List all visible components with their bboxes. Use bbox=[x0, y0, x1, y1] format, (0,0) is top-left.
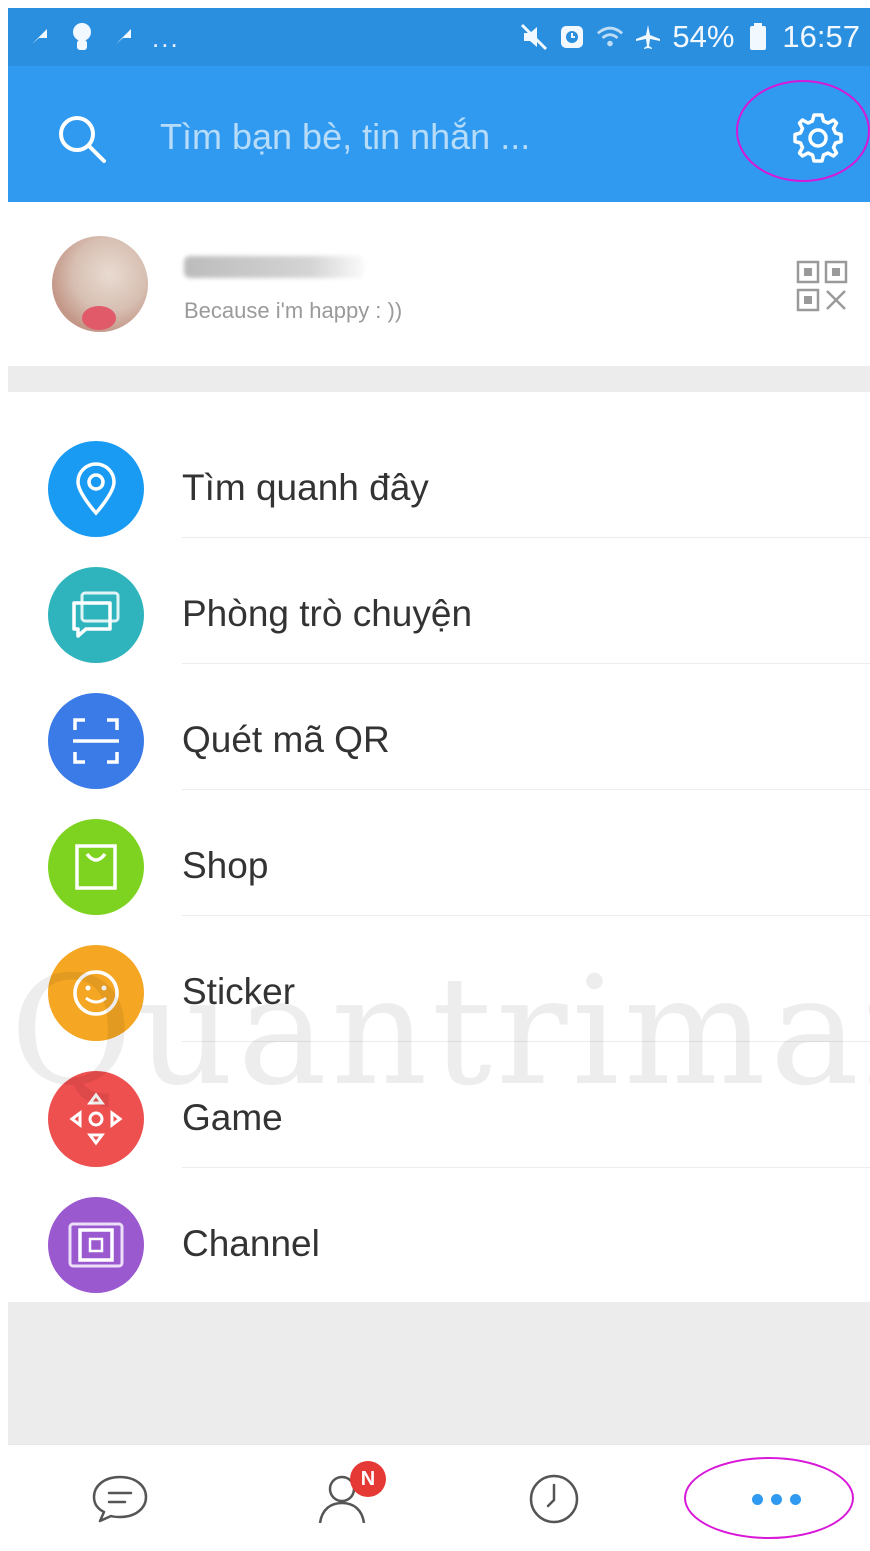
battery-icon bbox=[744, 23, 772, 51]
avatar-detail bbox=[82, 306, 116, 330]
shopping-bag-icon bbox=[75, 844, 117, 890]
menu-item-label: Shop bbox=[182, 845, 269, 886]
scan-icon bbox=[73, 718, 119, 764]
chat-rooms-icon bbox=[72, 591, 120, 638]
profile-name-blurred bbox=[184, 256, 364, 278]
avatar[interactable] bbox=[52, 236, 148, 332]
status-bar-right: 54% 16:57 bbox=[520, 19, 860, 55]
menu-item-label: Sticker bbox=[182, 971, 296, 1012]
battery-percent: 54% bbox=[672, 19, 735, 54]
tab-messages[interactable] bbox=[80, 1459, 160, 1539]
menu-item-chat-rooms[interactable]: Phòng trò chuyện bbox=[8, 538, 870, 664]
menu-item-label: Tìm quanh đây bbox=[182, 467, 429, 508]
bottom-navigation: N bbox=[8, 1444, 870, 1551]
tab-contacts[interactable]: N bbox=[302, 1459, 386, 1539]
messages-icon bbox=[92, 1475, 148, 1523]
feature-menu: Tìm quanh đây Phòng trò chuyện Quét mã Q… bbox=[8, 392, 870, 1302]
search-header bbox=[8, 66, 870, 202]
status-bar: ... 54% 16:57 bbox=[8, 8, 870, 66]
wifi-icon bbox=[596, 23, 624, 51]
overflow-dots: ... bbox=[152, 22, 180, 53]
video-channel-icon bbox=[68, 1222, 124, 1268]
tab-timeline[interactable] bbox=[514, 1459, 594, 1539]
menu-item-channel-circle bbox=[48, 1197, 144, 1293]
notification-icon bbox=[26, 23, 54, 51]
status-bar-left: ... bbox=[26, 21, 180, 54]
gear-icon bbox=[793, 113, 843, 163]
menu-item-label: Game bbox=[182, 1097, 283, 1138]
menu-item-nearby-circle bbox=[48, 441, 144, 537]
menu-item-sticker-circle bbox=[48, 945, 144, 1041]
mute-icon bbox=[520, 23, 548, 51]
gamepad-icon bbox=[69, 1092, 123, 1146]
menu-item-channel[interactable]: Channel bbox=[8, 1168, 870, 1294]
alarm-icon bbox=[558, 23, 586, 51]
section-separator bbox=[8, 366, 870, 392]
menu-item-label: Phòng trò chuyện bbox=[182, 593, 473, 634]
menu-item-nearby[interactable]: Tìm quanh đây bbox=[8, 412, 870, 538]
qr-code-button[interactable] bbox=[794, 258, 850, 314]
tab-more[interactable] bbox=[736, 1459, 816, 1539]
search-input[interactable] bbox=[158, 104, 682, 170]
menu-item-shop-circle bbox=[48, 819, 144, 915]
menu-item-shop[interactable]: Shop bbox=[8, 790, 870, 916]
qr-code-icon bbox=[796, 260, 848, 312]
empty-area bbox=[8, 1302, 870, 1444]
menu-item-label: Channel bbox=[182, 1223, 320, 1264]
location-pin-icon bbox=[76, 462, 116, 516]
search-icon[interactable] bbox=[54, 111, 110, 167]
menu-item-label: Quét mã QR bbox=[182, 719, 390, 760]
notification-icon bbox=[110, 23, 138, 51]
menu-item-game-circle bbox=[48, 1071, 144, 1167]
menu-item-game[interactable]: Game bbox=[8, 1042, 870, 1168]
more-icon bbox=[751, 1493, 801, 1505]
settings-button[interactable] bbox=[784, 104, 852, 172]
clock: 16:57 bbox=[782, 19, 860, 54]
menu-item-scan-qr[interactable]: Quét mã QR bbox=[8, 664, 870, 790]
menu-item-sticker[interactable]: Sticker bbox=[8, 916, 870, 1042]
menu-item-scan-qr-circle bbox=[48, 693, 144, 789]
timeline-clock-icon bbox=[529, 1474, 579, 1524]
profile-row[interactable]: Because i'm happy : )) bbox=[8, 202, 870, 366]
airplane-icon bbox=[634, 23, 662, 51]
profile-status: Because i'm happy : )) bbox=[184, 298, 403, 323]
notification-badge: N bbox=[350, 1461, 386, 1497]
smiley-icon bbox=[73, 970, 119, 1016]
avatar-notification-icon bbox=[68, 23, 96, 51]
menu-item-chat-rooms-circle bbox=[48, 567, 144, 663]
